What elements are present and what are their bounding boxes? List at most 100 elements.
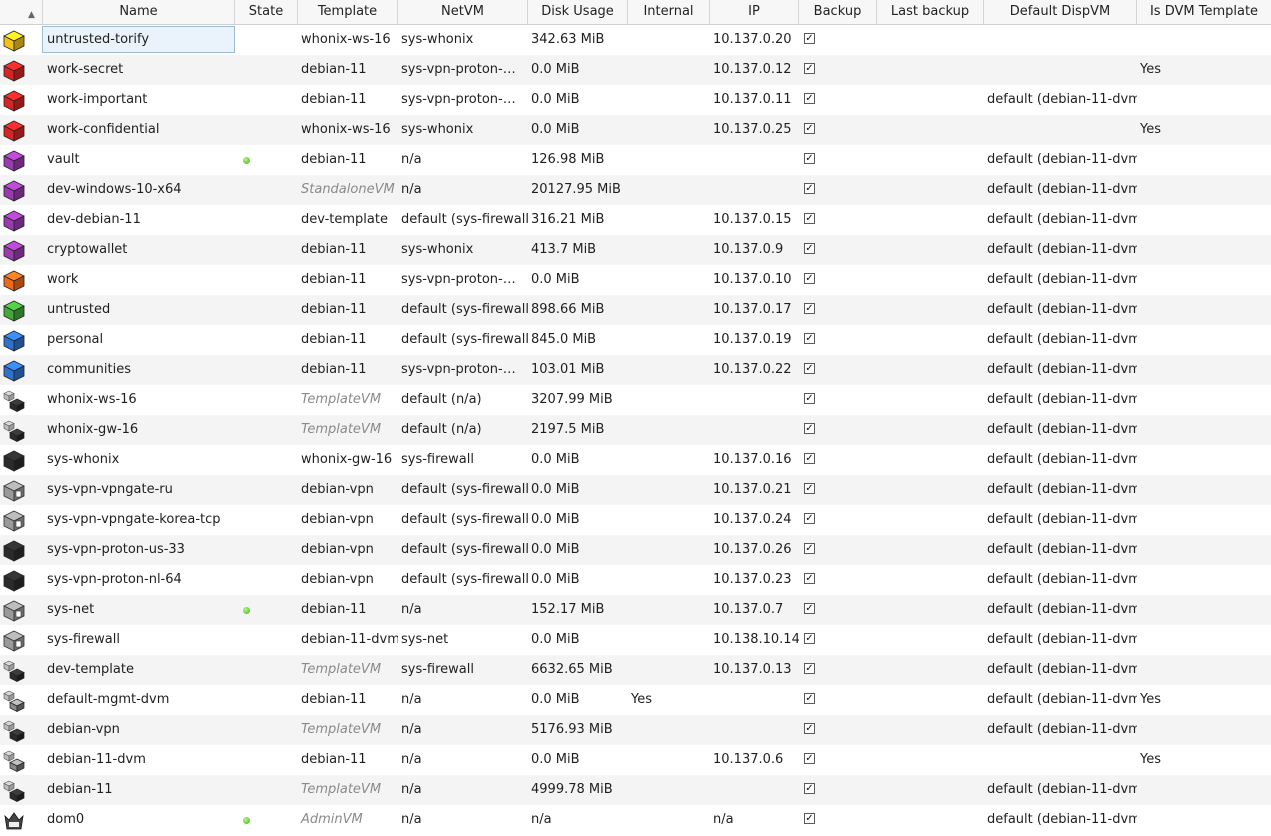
ip-cell: 10.137.0.25 xyxy=(713,122,792,137)
backup-checkbox[interactable]: ✓ xyxy=(804,453,815,464)
red-qube-icon xyxy=(3,60,25,82)
backup-checkbox[interactable]: ✓ xyxy=(804,333,815,344)
is-dvm-template-cell xyxy=(1137,775,1271,805)
backup-checkbox[interactable]: ✓ xyxy=(804,633,815,644)
column-header-last-backup[interactable]: Last backup xyxy=(877,0,984,24)
template-cell: debian-11 xyxy=(301,602,367,617)
table-row[interactable]: work-confidential whonix-ws-16 sys-whonix 0… xyxy=(0,115,1271,145)
netvm-cell: n/a xyxy=(401,182,422,197)
ip-cell: 10.137.0.21 xyxy=(713,482,792,497)
backup-checkbox[interactable]: ✓ xyxy=(804,393,815,404)
template-vm-icon xyxy=(3,390,25,413)
is-dvm-template-cell xyxy=(1137,625,1271,655)
column-header-default-dispvm[interactable]: Default DispVM xyxy=(984,0,1137,24)
template-cell: debian-11 xyxy=(301,92,367,107)
is-dvm-template-cell: Yes xyxy=(1140,62,1161,77)
backup-checkbox[interactable]: ✓ xyxy=(804,183,815,194)
column-header-disk-usage[interactable]: Disk Usage xyxy=(528,0,628,24)
table-row[interactable]: debian-11 TemplateVM n/a 4999.78 MiB default… xyxy=(0,775,1271,805)
backup-checkbox[interactable]: ✓ xyxy=(804,693,815,704)
table-row[interactable]: default-mgmt-dvm debian-11 n/a 0.0 MiB Yes de… xyxy=(0,685,1271,715)
backup-checkbox[interactable]: ✓ xyxy=(804,513,815,524)
backup-checkbox[interactable]: ✓ xyxy=(804,483,815,494)
backup-checkbox[interactable]: ✓ xyxy=(804,423,815,434)
netvm-cell: n/a xyxy=(401,692,422,707)
backup-checkbox[interactable]: ✓ xyxy=(804,63,815,74)
internal-cell xyxy=(628,715,710,745)
backup-checkbox[interactable]: ✓ xyxy=(804,363,815,374)
is-dvm-template-cell xyxy=(1137,355,1271,385)
is-dvm-template-cell: Yes xyxy=(1140,692,1161,707)
table-row[interactable]: whonix-gw-16 TemplateVM default (n/a) 2197.… xyxy=(0,415,1271,445)
backup-checkbox[interactable]: ✓ xyxy=(804,33,815,44)
table-row[interactable]: personal debian-11 default (sys-firewall) 8… xyxy=(0,325,1271,355)
netvm-cell: n/a xyxy=(401,602,422,617)
disk-usage-cell: n/a xyxy=(531,812,552,827)
table-row[interactable]: sys-vpn-proton-us-33 debian-vpn default (s… xyxy=(0,535,1271,565)
table-row[interactable]: whonix-ws-16 TemplateVM default (n/a) 3207.… xyxy=(0,385,1271,415)
default-dispvm-cell: default (debian-11-dvm) xyxy=(987,812,1137,827)
backup-checkbox[interactable]: ✓ xyxy=(804,93,815,104)
backup-checkbox[interactable]: ✓ xyxy=(804,243,815,254)
table-row[interactable]: sys-firewall debian-11-dvm sys-net 0.0 MiB 1… xyxy=(0,625,1271,655)
table-row[interactable]: untrusted debian-11 default (sys-firewall)… xyxy=(0,295,1271,325)
column-header-internal[interactable]: Internal xyxy=(628,0,710,24)
table-row[interactable]: work debian-11 sys-vpn-proton-… 0.0 MiB 10.1… xyxy=(0,265,1271,295)
table-row[interactable]: communities debian-11 sys-vpn-proton-… 103.… xyxy=(0,355,1271,385)
table-row[interactable]: debian-11-dvm debian-11 n/a 0.0 MiB 10.137.0… xyxy=(0,745,1271,775)
column-header-name[interactable]: Name xyxy=(43,0,235,24)
backup-checkbox[interactable]: ✓ xyxy=(804,213,815,224)
backup-checkbox[interactable]: ✓ xyxy=(804,543,815,554)
backup-checkbox[interactable]: ✓ xyxy=(804,153,815,164)
template-cell: debian-vpn xyxy=(301,482,374,497)
table-row[interactable]: debian-vpn TemplateVM n/a 5176.93 MiB defaul… xyxy=(0,715,1271,745)
backup-checkbox[interactable]: ✓ xyxy=(804,663,815,674)
backup-checkbox[interactable]: ✓ xyxy=(804,603,815,614)
table-row[interactable]: dom0 AdminVM n/a n/a n/a default (debian-11-d… xyxy=(0,805,1271,835)
column-header-is-dvm-template[interactable]: Is DVM Template xyxy=(1137,0,1271,24)
backup-checkbox[interactable]: ✓ xyxy=(804,723,815,734)
table-row[interactable]: dev-template TemplateVM sys-firewall 6632.6… xyxy=(0,655,1271,685)
column-header-backup[interactable]: Backup xyxy=(799,0,877,24)
backup-checkbox[interactable]: ✓ xyxy=(804,273,815,284)
service-vm-icon xyxy=(3,630,25,652)
is-dvm-template-cell xyxy=(1137,205,1271,235)
backup-checkbox[interactable]: ✓ xyxy=(804,783,815,794)
table-row[interactable]: untrusted-torify whonix-ws-16 sys-whonix 34… xyxy=(0,25,1271,55)
table-row[interactable]: sys-vpn-vpngate-korea-tcp debian-vpn defau… xyxy=(0,505,1271,535)
backup-checkbox[interactable]: ✓ xyxy=(804,123,815,134)
disk-usage-cell: 0.0 MiB xyxy=(531,752,580,767)
backup-checkbox[interactable]: ✓ xyxy=(804,303,815,314)
default-dispvm-cell: default (debian-11-dvm) xyxy=(987,332,1137,347)
table-row[interactable]: sys-vpn-proton-nl-64 debian-vpn default (s… xyxy=(0,565,1271,595)
table-row[interactable]: dev-windows-10-x64 StandaloneVM n/a 20127.9… xyxy=(0,175,1271,205)
ip-cell: 10.137.0.12 xyxy=(713,62,792,77)
ip-cell: 10.137.0.11 xyxy=(713,92,792,107)
template-vm-icon xyxy=(3,420,25,443)
column-header-template[interactable]: Template xyxy=(298,0,398,24)
table-row[interactable]: sys-net debian-11 n/a 152.17 MiB 10.137.0.7 d… xyxy=(0,595,1271,625)
disk-usage-cell: 4999.78 MiB xyxy=(531,782,613,797)
backup-checkbox[interactable]: ✓ xyxy=(804,753,815,764)
column-header-netvm[interactable]: NetVM xyxy=(398,0,528,24)
table-row[interactable]: cryptowallet debian-11 sys-whonix 413.7 MiB… xyxy=(0,235,1271,265)
table-row[interactable]: sys-vpn-vpngate-ru debian-vpn default (sys… xyxy=(0,475,1271,505)
disk-usage-cell: 342.63 MiB xyxy=(531,32,605,47)
template-cell: debian-11 xyxy=(301,302,367,317)
backup-checkbox[interactable]: ✓ xyxy=(804,573,815,584)
vm-name-cell: sys-vpn-vpngate-korea-tcp xyxy=(47,512,221,527)
default-dispvm-cell xyxy=(984,745,1137,775)
is-dvm-template-cell xyxy=(1137,595,1271,625)
backup-checkbox[interactable]: ✓ xyxy=(804,813,815,824)
column-header-ip[interactable]: IP xyxy=(710,0,799,24)
netvm-cell: default (sys-firewall) xyxy=(401,332,528,347)
table-row[interactable]: vault debian-11 n/a 126.98 MiB default (debi… xyxy=(0,145,1271,175)
ip-cell xyxy=(710,415,799,445)
table-row[interactable]: work-secret debian-11 sys-vpn-proton-… 0.0 … xyxy=(0,55,1271,85)
column-header-state[interactable]: State xyxy=(235,0,298,24)
table-row[interactable]: work-important debian-11 sys-vpn-proton-… 0… xyxy=(0,85,1271,115)
table-row[interactable]: sys-whonix whonix-gw-16 sys-firewall 0.0 Mi… xyxy=(0,445,1271,475)
sort-column-header[interactable]: ▲ xyxy=(0,0,43,24)
default-dispvm-cell: default (debian-11-dvm) xyxy=(987,632,1137,647)
table-row[interactable]: dev-debian-11 dev-template default (sys-fi… xyxy=(0,205,1271,235)
